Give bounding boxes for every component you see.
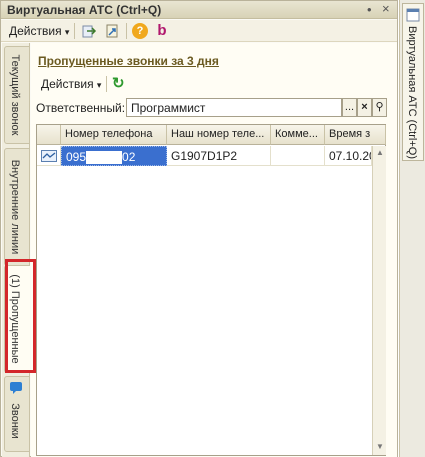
tab-label: Внутренние линии <box>9 159 21 255</box>
choose-button[interactable]: ... <box>342 98 357 117</box>
window-title: Виртуальная АТС (Ctrl+Q) <box>7 3 162 17</box>
tab-label: Звонки <box>9 403 21 440</box>
tab-label: Виртуальная АТС (Ctrl+Q) <box>406 26 418 159</box>
clear-button[interactable]: × <box>357 98 372 117</box>
column-header-icon <box>37 125 61 145</box>
highlight-frame <box>5 259 36 373</box>
help-icon[interactable]: ? <box>132 23 148 39</box>
sub-actions-menu-button[interactable]: Действия ▾ <box>41 77 101 91</box>
tab-label: Текущий звонок <box>9 54 21 136</box>
phone-cell[interactable]: 095 02 <box>61 146 167 166</box>
table-row[interactable]: 095 02 G1907D1P2 07.10.20 <box>37 146 372 166</box>
column-header-comment[interactable]: Комме... <box>271 125 325 145</box>
section-title[interactable]: Пропущенные звонки за 3 дня <box>38 54 219 68</box>
scroll-down-icon[interactable]: ▼ <box>376 442 384 451</box>
column-header-time[interactable]: Время з <box>325 125 386 145</box>
vertical-scrollbar[interactable]: ▲ ▼ <box>372 146 386 455</box>
our-number-cell[interactable]: G1907D1P2 <box>167 146 271 166</box>
search-icon[interactable]: ⚲ <box>372 98 387 117</box>
responsible-label: Ответственный: <box>36 101 126 115</box>
toolbar-separator <box>126 23 127 39</box>
window-close-icon[interactable]: × <box>382 1 390 16</box>
comment-cell[interactable] <box>271 146 325 166</box>
toolbar-separator <box>106 76 107 92</box>
tab-virtual-pbx[interactable]: Виртуальная АТС (Ctrl+Q) <box>402 3 424 161</box>
time-cell[interactable]: 07.10.20 <box>325 146 372 166</box>
window-icon <box>406 8 420 22</box>
tab-calls[interactable]: Звонки <box>4 376 30 452</box>
window-menu-icon[interactable]: • <box>367 2 372 17</box>
responsible-field[interactable]: Программист <box>126 98 342 117</box>
missed-calls-table: Номер телефона Наш номер теле... Комме..… <box>36 124 386 456</box>
send-document-icon[interactable] <box>81 23 97 39</box>
main-toolbar: Действия ▾ ? b <box>1 20 397 42</box>
row-icon-cell <box>37 146 61 166</box>
missed-call-icon <box>41 150 57 162</box>
brand-logo-icon[interactable]: b <box>154 22 170 39</box>
right-dock: Виртуальная АТС (Ctrl+Q) <box>399 0 425 457</box>
scroll-up-icon[interactable]: ▲ <box>376 148 384 157</box>
title-bar[interactable]: Виртуальная АТС (Ctrl+Q) • × <box>1 1 397 19</box>
column-header-phone[interactable]: Номер телефона <box>61 125 167 145</box>
chat-icon <box>10 382 22 394</box>
toolbar-separator <box>74 23 75 39</box>
tab-current-call[interactable]: Текущий звонок <box>4 46 30 144</box>
redaction-box <box>86 151 123 165</box>
column-header-our-number[interactable]: Наш номер теле... <box>167 125 271 145</box>
refresh-icon[interactable]: ↻ <box>112 74 125 92</box>
vertical-tab-bar: Текущий звонок Внутренние линии (1) Проп… <box>2 43 30 457</box>
tab-internal-lines[interactable]: Внутренние линии <box>4 148 30 266</box>
export-icon[interactable] <box>104 23 120 39</box>
actions-menu-button[interactable]: Действия ▾ <box>9 24 69 38</box>
